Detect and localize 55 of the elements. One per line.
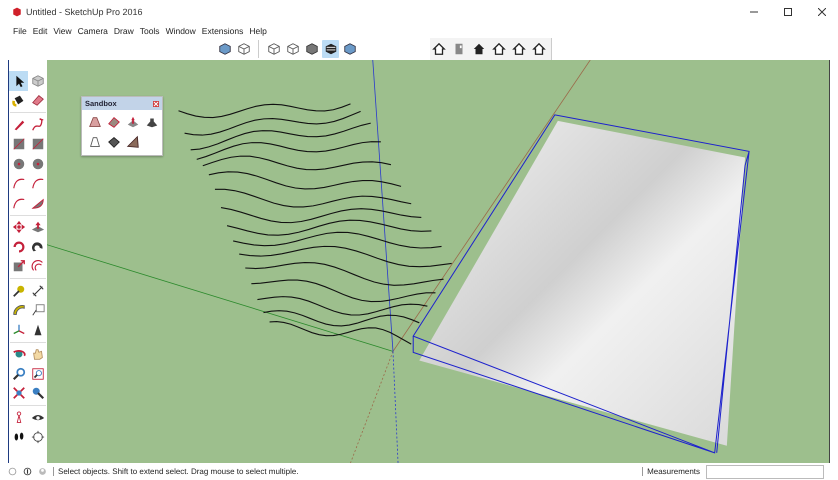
- tape-measure-icon: [12, 284, 26, 298]
- rotate-icon: [12, 240, 26, 254]
- close-icon: [818, 8, 826, 16]
- protractor-icon: [12, 303, 26, 318]
- cube-icon: [30, 74, 44, 88]
- menu-item[interactable]: Window: [162, 26, 199, 36]
- app-logo-icon: [12, 7, 22, 17]
- zoom-extents-icon: [12, 386, 26, 400]
- zoom-window-icon: [30, 366, 44, 381]
- axes-icon: [12, 322, 26, 337]
- menu-item[interactable]: File: [10, 26, 30, 36]
- menu-item[interactable]: Draw: [110, 26, 137, 36]
- close-icon[interactable]: [153, 100, 159, 106]
- toolbar-button[interactable]: [530, 40, 547, 58]
- arc-icon: [30, 176, 44, 190]
- dimension-icon: [30, 284, 44, 298]
- tool-button[interactable]: [9, 71, 28, 90]
- toolbar-button[interactable]: [510, 40, 527, 58]
- rectangle-icon: [30, 137, 44, 152]
- move-icon: [12, 220, 26, 234]
- measurements-field[interactable]: [706, 464, 824, 478]
- push-pull-icon: [30, 220, 44, 234]
- eraser-icon: [30, 93, 44, 108]
- window-title: Untitled - SketchUp Pro 2016: [26, 7, 144, 17]
- help-icon: [8, 467, 17, 476]
- arc-icon: [12, 196, 26, 210]
- status-hint: Select objects. Shift to extend select. Drag mouse to select multiple.: [53, 467, 636, 476]
- maximize-icon: [784, 8, 792, 16]
- text-icon: [30, 303, 44, 318]
- polygon-icon: [30, 156, 44, 171]
- toolbar-button[interactable]: [490, 40, 507, 58]
- rectangle-icon: [12, 137, 26, 152]
- hand-icon: [30, 347, 44, 362]
- arc-icon: [12, 176, 26, 190]
- zoom-icon: [30, 386, 44, 400]
- circle-icon: [12, 156, 26, 171]
- zoom-icon: [12, 366, 26, 381]
- menu-item[interactable]: Tools: [136, 26, 163, 36]
- menu-item[interactable]: View: [50, 26, 75, 36]
- menu-item[interactable]: Extensions: [198, 26, 246, 36]
- house-icon: [472, 42, 486, 56]
- house-icon: [532, 42, 546, 56]
- house-icon: [492, 42, 506, 56]
- paint-bucket-icon: [12, 93, 26, 108]
- house-icon: [512, 42, 526, 56]
- info-icon: [23, 467, 32, 476]
- measurements-label: Measurements: [642, 467, 700, 476]
- toolbar-button[interactable]: [430, 40, 447, 58]
- freehand-icon: [30, 118, 44, 132]
- toolbar-button[interactable]: [322, 40, 339, 58]
- menu-item[interactable]: Edit: [30, 26, 50, 36]
- user-icon: [38, 467, 47, 476]
- menu-item[interactable]: Help: [246, 26, 270, 36]
- scale-icon: [12, 259, 26, 274]
- menu-item[interactable]: Camera: [74, 26, 111, 36]
